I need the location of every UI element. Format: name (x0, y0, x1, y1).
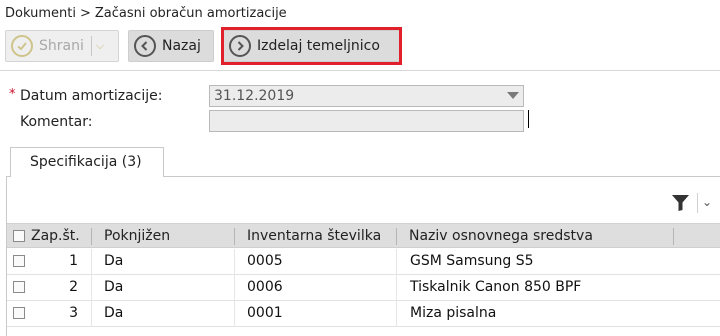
toolbar: Shrani ⌵ Nazaj Izdelaj temeljnico (0, 27, 720, 66)
date-dropdown[interactable]: 31.12.2019 (209, 85, 524, 107)
row-checkbox[interactable] (13, 255, 25, 267)
column-header-seq[interactable]: Zap.št. (31, 228, 80, 244)
highlight-box (221, 27, 402, 65)
row-seq: 2 (69, 279, 78, 295)
comment-field[interactable] (209, 110, 524, 132)
row-posted: Da (104, 305, 124, 321)
table-header: Zap.št. Poknjižen Inventarna številka Na… (7, 223, 720, 248)
row-asset: GSM Samsung S5 (410, 253, 534, 269)
date-value: 31.12.2019 (214, 88, 295, 104)
breadcrumb-parent-link[interactable]: Dokumenti (5, 6, 76, 21)
save-button[interactable]: Shrani ⌵ (5, 30, 119, 62)
row-posted: Da (104, 253, 124, 269)
column-divider (396, 301, 397, 327)
back-button[interactable]: Nazaj (128, 30, 214, 62)
column-resize-handle[interactable] (91, 228, 92, 245)
breadcrumb: Dokumenti > Začasni obračun amortizacije (5, 6, 287, 21)
row-seq: 3 (69, 305, 78, 321)
row-asset: Miza pisalna (410, 305, 497, 321)
chevron-down-icon[interactable]: ⌵ (96, 39, 104, 53)
breadcrumb-separator: > (79, 6, 91, 21)
column-divider (234, 301, 235, 327)
column-divider (234, 249, 235, 275)
column-divider (234, 275, 235, 301)
save-button-label: Shrani (39, 38, 84, 54)
table-row[interactable]: 1 Da 0005 GSM Samsung S5 (7, 249, 720, 275)
breadcrumb-current: Začasni obračun amortizacije (94, 6, 287, 21)
row-checkbox[interactable] (13, 307, 25, 319)
column-header-inventory[interactable]: Inventarna številka (247, 228, 381, 244)
save-split-divider (90, 36, 92, 56)
arrow-left-circle-icon (134, 35, 156, 57)
back-button-label: Nazaj (162, 38, 201, 54)
row-asset: Tiskalnik Canon 850 BPF (410, 279, 582, 295)
table-row[interactable]: 2 Da 0006 Tiskalnik Canon 850 BPF (7, 275, 720, 301)
column-divider (396, 249, 397, 275)
required-marker: * (9, 87, 16, 102)
tab-specification-label: Specifikacija (3) (30, 154, 142, 170)
tab-specification[interactable]: Specifikacija (3) (10, 147, 164, 177)
chevron-down-icon[interactable]: ⌄ (702, 195, 712, 209)
column-divider (91, 249, 92, 275)
column-divider (396, 275, 397, 301)
row-inventory: 0006 (247, 279, 283, 295)
row-seq: 1 (69, 253, 78, 269)
row-checkbox[interactable] (13, 281, 25, 293)
column-resize-handle[interactable] (396, 228, 397, 245)
comment-label: Komentar: (20, 114, 93, 130)
check-circle-icon (11, 35, 33, 57)
row-posted: Da (104, 279, 124, 295)
toolbar-divider (0, 70, 720, 71)
row-inventory: 0005 (247, 253, 283, 269)
column-header-asset[interactable]: Naziv osnovnega sredstva (409, 228, 593, 244)
filter-icon[interactable] (671, 194, 690, 212)
row-inventory: 0001 (247, 305, 283, 321)
text-cursor (528, 110, 529, 128)
column-resize-handle[interactable] (673, 228, 674, 245)
column-resize-handle[interactable] (234, 228, 235, 245)
date-label: Datum amortizacije: (20, 88, 163, 104)
column-divider (91, 275, 92, 301)
column-divider (91, 301, 92, 327)
table-row[interactable]: 3 Da 0001 Miza pisalna (7, 301, 720, 327)
column-header-posted[interactable]: Poknjižen (104, 228, 170, 244)
dropdown-arrow-icon[interactable] (507, 92, 519, 99)
select-all-checkbox[interactable] (13, 230, 25, 242)
filter-divider (697, 193, 698, 213)
